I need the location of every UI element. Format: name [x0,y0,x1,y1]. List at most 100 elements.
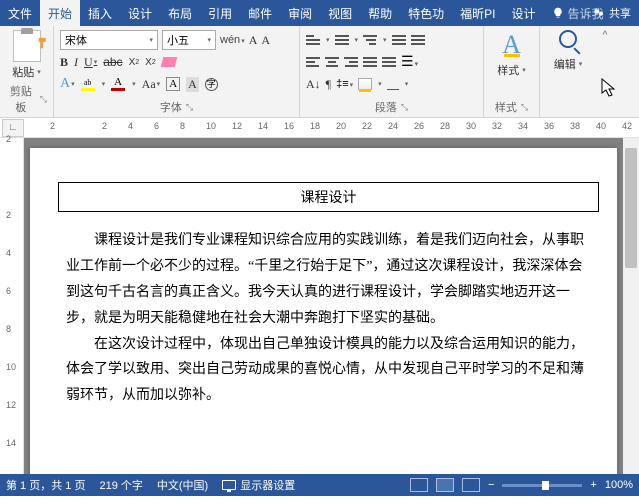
font-group-label: 字体 [160,99,182,115]
view-print-button[interactable] [436,478,454,492]
grow-font-button[interactable]: A [249,33,258,48]
font-color-dd[interactable]: ▾ [132,80,136,88]
status-display-settings[interactable]: 显示器设置 [222,477,295,493]
collapse-ribbon-button[interactable]: ^ [596,26,614,117]
bulb-icon [552,7,564,19]
shrink-font-button[interactable]: A [261,33,270,48]
text-effects-button[interactable]: A▾ [60,76,75,92]
ribbon-tab-bar: 文件 开始 插入 设计 布局 引用 邮件 审阅 视图 帮助 特色功 福昕PI 设… [0,0,639,26]
tab-home[interactable]: 开始 [40,0,80,26]
format-painter-icon[interactable] [37,36,51,50]
phonetic-guide-button[interactable]: wén▾ [220,34,245,46]
share-label: 共享 [609,5,631,21]
find-icon [559,30,577,48]
align-right-button[interactable] [344,56,358,68]
page-scroll-area[interactable]: 课程设计 课程设计是我们专业课程知识综合应用的实践训练，着是我们迈向社会，从事职… [24,138,623,474]
status-language[interactable]: 中文(中国) [157,477,208,493]
zoom-level[interactable]: 100% [605,479,633,491]
tab-references[interactable]: 引用 [200,0,240,26]
align-left-button[interactable] [306,56,320,68]
asian-layout-button[interactable]: ☰▾ [401,54,418,71]
align-center-button[interactable] [325,56,339,68]
increase-indent-button[interactable] [411,34,425,46]
group-clipboard: 粘贴▾ 剪贴板 ⤡ [0,26,54,117]
monitor-icon [222,480,236,490]
numbering-button[interactable] [335,34,349,46]
paragraph-2[interactable]: 在这次设计过程中，体现出自己单独设计模具的能力以及综合运用知识的能力，体会了学以… [66,332,591,410]
bold-button[interactable]: B [60,55,68,70]
font-launcher[interactable]: ⤡ [186,102,193,113]
vertical-ruler[interactable]: 22468101214 [0,138,24,474]
zoom-slider[interactable] [502,484,582,487]
share-button[interactable]: 共享 [593,5,631,21]
scrollbar-thumb[interactable] [625,148,637,268]
zoom-knob[interactable] [542,481,549,490]
status-words[interactable]: 219 个字 [99,477,142,493]
clipboard-launcher[interactable]: ⤡ [40,94,47,105]
tab-design[interactable]: 设计 [120,0,160,26]
view-web-button[interactable] [462,478,480,492]
decrease-indent-button[interactable] [392,34,406,46]
share-icon [593,7,605,19]
styles-button[interactable]: A 样式▾ [490,30,533,78]
document-title-box[interactable]: 课程设计 [58,182,599,212]
char-border-button[interactable]: A [166,77,180,91]
borders-button[interactable] [387,78,399,90]
editing-button[interactable]: 编辑▾ [546,30,590,72]
align-justify-button[interactable] [363,56,377,68]
font-size-combo[interactable]: 小五▾ [162,30,216,50]
multilevel-button[interactable] [363,34,377,46]
show-marks-button[interactable]: ¶ [326,77,331,92]
enclose-char-button[interactable]: 字 [205,78,218,91]
line-spacing-button[interactable]: ‡≡▾ [336,78,353,90]
group-font: 宋体▾ 小五▾ wén▾ A A B I U▾ abc X2 X2 A▾ ab▾… [54,26,300,117]
ribbon: 粘贴▾ 剪贴板⤡ 宋体▾ 小五▾ wén▾ A A B I U▾ abc X2 … [0,26,639,118]
clear-format-button[interactable] [160,57,177,67]
paragraph-1[interactable]: 课程设计是我们专业课程知识综合应用的实践训练，着是我们迈向社会，从事职业工作前一… [66,228,591,332]
group-paragraph: ▾ ▾ ▾ ☰▾ A↓ ¶ ‡≡▾ ▾ ▾ 段落⤡ [300,26,484,117]
change-case-button[interactable]: Aa▾ [142,77,161,92]
sort-button[interactable]: A↓ [306,77,321,92]
styles-group-label: 样式 [495,99,517,115]
underline-button[interactable]: U▾ [84,55,97,70]
tab-design2[interactable]: 设计 [504,0,544,26]
tab-file[interactable]: 文件 [0,0,40,26]
paragraph-launcher[interactable]: ⤡ [401,102,408,113]
paragraph-group-label: 段落 [375,99,397,115]
zoom-out-button[interactable]: − [488,479,494,491]
document-area: 22468101214 课程设计 课程设计是我们专业课程知识综合应用的实践训练，… [0,138,639,474]
vertical-scrollbar[interactable] [623,138,639,474]
tab-layout[interactable]: 布局 [160,0,200,26]
tab-foxit[interactable]: 福昕PI [452,0,503,26]
paste-label[interactable]: 粘贴▾ [12,64,41,80]
tab-insert[interactable]: 插入 [80,0,120,26]
clipboard-group-label: 剪贴板 [6,83,36,115]
align-distribute-button[interactable] [382,56,396,68]
document-page[interactable]: 课程设计 课程设计是我们专业课程知识综合应用的实践训练，着是我们迈向社会，从事职… [30,148,617,474]
font-color-button[interactable]: A [111,77,125,91]
shading-button[interactable] [358,78,372,90]
strike-button[interactable]: abc [103,55,122,69]
tab-mailings[interactable]: 邮件 [240,0,280,26]
status-bar: 第 1 页，共 1 页 219 个字 中文(中国) 显示器设置 − + 100% [0,474,639,496]
char-shading-button[interactable]: A [186,77,199,92]
tab-view[interactable]: 视图 [320,0,360,26]
highlight-dd[interactable]: ▾ [102,80,106,88]
view-read-button[interactable] [410,478,428,492]
italic-button[interactable]: I [74,55,78,70]
group-editing: 编辑▾ [540,26,596,117]
tab-review[interactable]: 审阅 [280,0,320,26]
bullets-button[interactable] [306,34,320,46]
superscript-button[interactable]: X2 [145,57,156,68]
paste-button[interactable] [13,30,41,62]
status-page[interactable]: 第 1 页，共 1 页 [6,477,85,493]
styles-icon: A [502,30,521,60]
horizontal-ruler[interactable]: 224681012141618202224262830323436384042 [50,119,639,137]
tab-special[interactable]: 特色功 [400,0,452,26]
subscript-button[interactable]: X2 [129,57,140,68]
zoom-in-button[interactable]: + [590,479,596,491]
highlight-button[interactable]: ab [81,77,95,91]
font-name-combo[interactable]: 宋体▾ [60,30,158,50]
tab-help[interactable]: 帮助 [360,0,400,26]
styles-launcher[interactable]: ⤡ [521,102,528,113]
